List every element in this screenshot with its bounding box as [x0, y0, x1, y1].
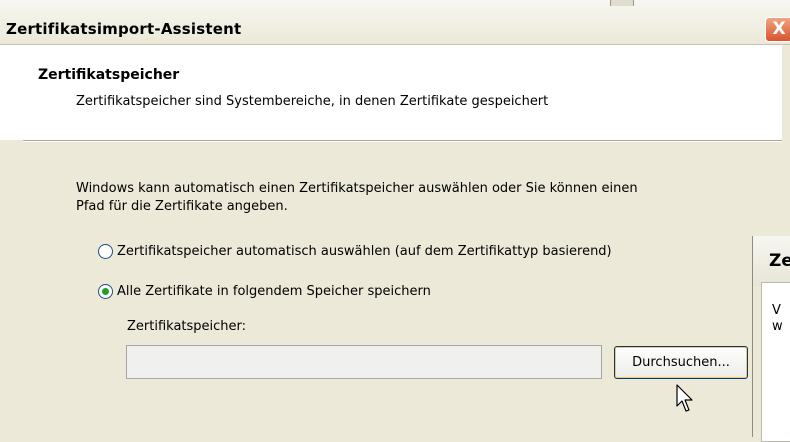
radio-auto-indicator[interactable]	[98, 244, 113, 259]
background-dialog-body: V w	[761, 282, 790, 442]
background-dialog-line: w	[772, 319, 783, 334]
close-icon: X	[772, 19, 786, 39]
intro-line: Pfad für die Zertifikate angeben.	[76, 199, 288, 214]
certificate-store-field[interactable]	[126, 345, 602, 379]
store-field-label: Zertifikatspeicher:	[127, 319, 247, 334]
background-dialog: Ze V w	[752, 236, 790, 442]
intro-text: Windows kann automatisch einen Zertifika…	[76, 180, 746, 216]
radio-auto-label[interactable]: Zertifikatspeicher automatisch auswählen…	[117, 244, 612, 259]
mouse-pointer-icon	[676, 384, 693, 412]
background-dialog-line: V	[772, 303, 781, 318]
header-separator	[23, 140, 782, 142]
wizard-header: Zertifikatspeicher Zertifikatspeicher si…	[0, 45, 782, 140]
close-button[interactable]: X	[765, 17, 790, 42]
page-subtitle: Zertifikatspeicher sind Systembereiche, …	[76, 94, 549, 109]
radio-manual-indicator[interactable]	[98, 284, 113, 299]
intro-line: Windows kann automatisch einen Zertifika…	[76, 181, 638, 196]
window-edge-mark	[610, 0, 634, 6]
background-dialog-title: Ze	[753, 236, 790, 286]
browse-button[interactable]: Durchsuchen...	[614, 346, 748, 379]
page-title: Zertifikatspeicher	[38, 67, 180, 83]
radio-manual-select[interactable]: Alle Zertifikate in folgendem Speicher s…	[98, 284, 431, 299]
radio-auto-select[interactable]: Zertifikatspeicher automatisch auswählen…	[98, 244, 612, 259]
radio-manual-label[interactable]: Alle Zertifikate in folgendem Speicher s…	[117, 284, 431, 299]
window-title: Zertifikatsimport-Assistent	[6, 20, 242, 38]
title-bar: Zertifikatsimport-Assistent X	[0, 0, 790, 45]
